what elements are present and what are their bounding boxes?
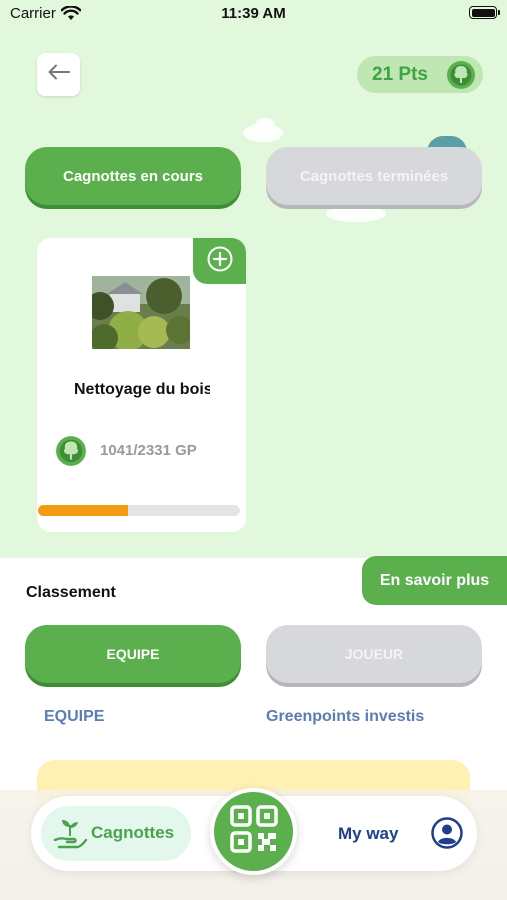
ranking-title: Classement: [26, 584, 116, 601]
battery-icon: [469, 6, 500, 19]
toggle-team[interactable]: EQUIPE: [25, 625, 241, 683]
tree-icon: [55, 435, 87, 472]
fund-card[interactable]: Nettoyage du bois 1041/2331 GP: [37, 238, 246, 532]
nav-tab-myway[interactable]: My way: [338, 824, 398, 844]
fund-progress-fill: [38, 505, 129, 516]
nav-tab-cagnottes[interactable]: Cagnottes: [41, 806, 191, 861]
cloud-decoration: [326, 206, 386, 222]
fund-progress-bar: [38, 505, 240, 516]
add-button[interactable]: [193, 238, 246, 284]
learn-more-button[interactable]: En savoir plus: [362, 556, 507, 605]
nav-tab-cagnottes-label: Cagnottes: [91, 823, 175, 842]
tab-finished-funds[interactable]: Cagnottes terminées: [266, 147, 482, 205]
status-bar: Carrier 11:39 AM: [0, 0, 507, 28]
hand-plant-icon: [53, 816, 88, 855]
fund-progress-text: 1041/2331 GP: [100, 442, 197, 459]
points-badge: 21 Pts: [357, 56, 483, 93]
plus-circle-icon: [207, 246, 233, 277]
column-team: EQUIPE: [44, 708, 105, 725]
cloud-decoration: [255, 118, 275, 132]
points-value: 21 Pts: [372, 64, 428, 85]
fund-photo: [92, 276, 190, 349]
qr-code-icon: [229, 805, 278, 858]
fund-title: Nettoyage du bois: [74, 381, 210, 398]
toggle-player[interactable]: JOUEUR: [266, 625, 482, 683]
back-button[interactable]: [37, 53, 80, 96]
clock: 11:39 AM: [221, 5, 286, 22]
arrow-left-icon: [48, 64, 70, 85]
qr-scan-button[interactable]: [210, 788, 297, 875]
tab-ongoing-funds[interactable]: Cagnottes en cours: [25, 147, 241, 205]
tree-icon: [446, 60, 476, 95]
profile-icon[interactable]: [431, 817, 463, 854]
column-greenpoints: Greenpoints investis: [266, 708, 425, 725]
